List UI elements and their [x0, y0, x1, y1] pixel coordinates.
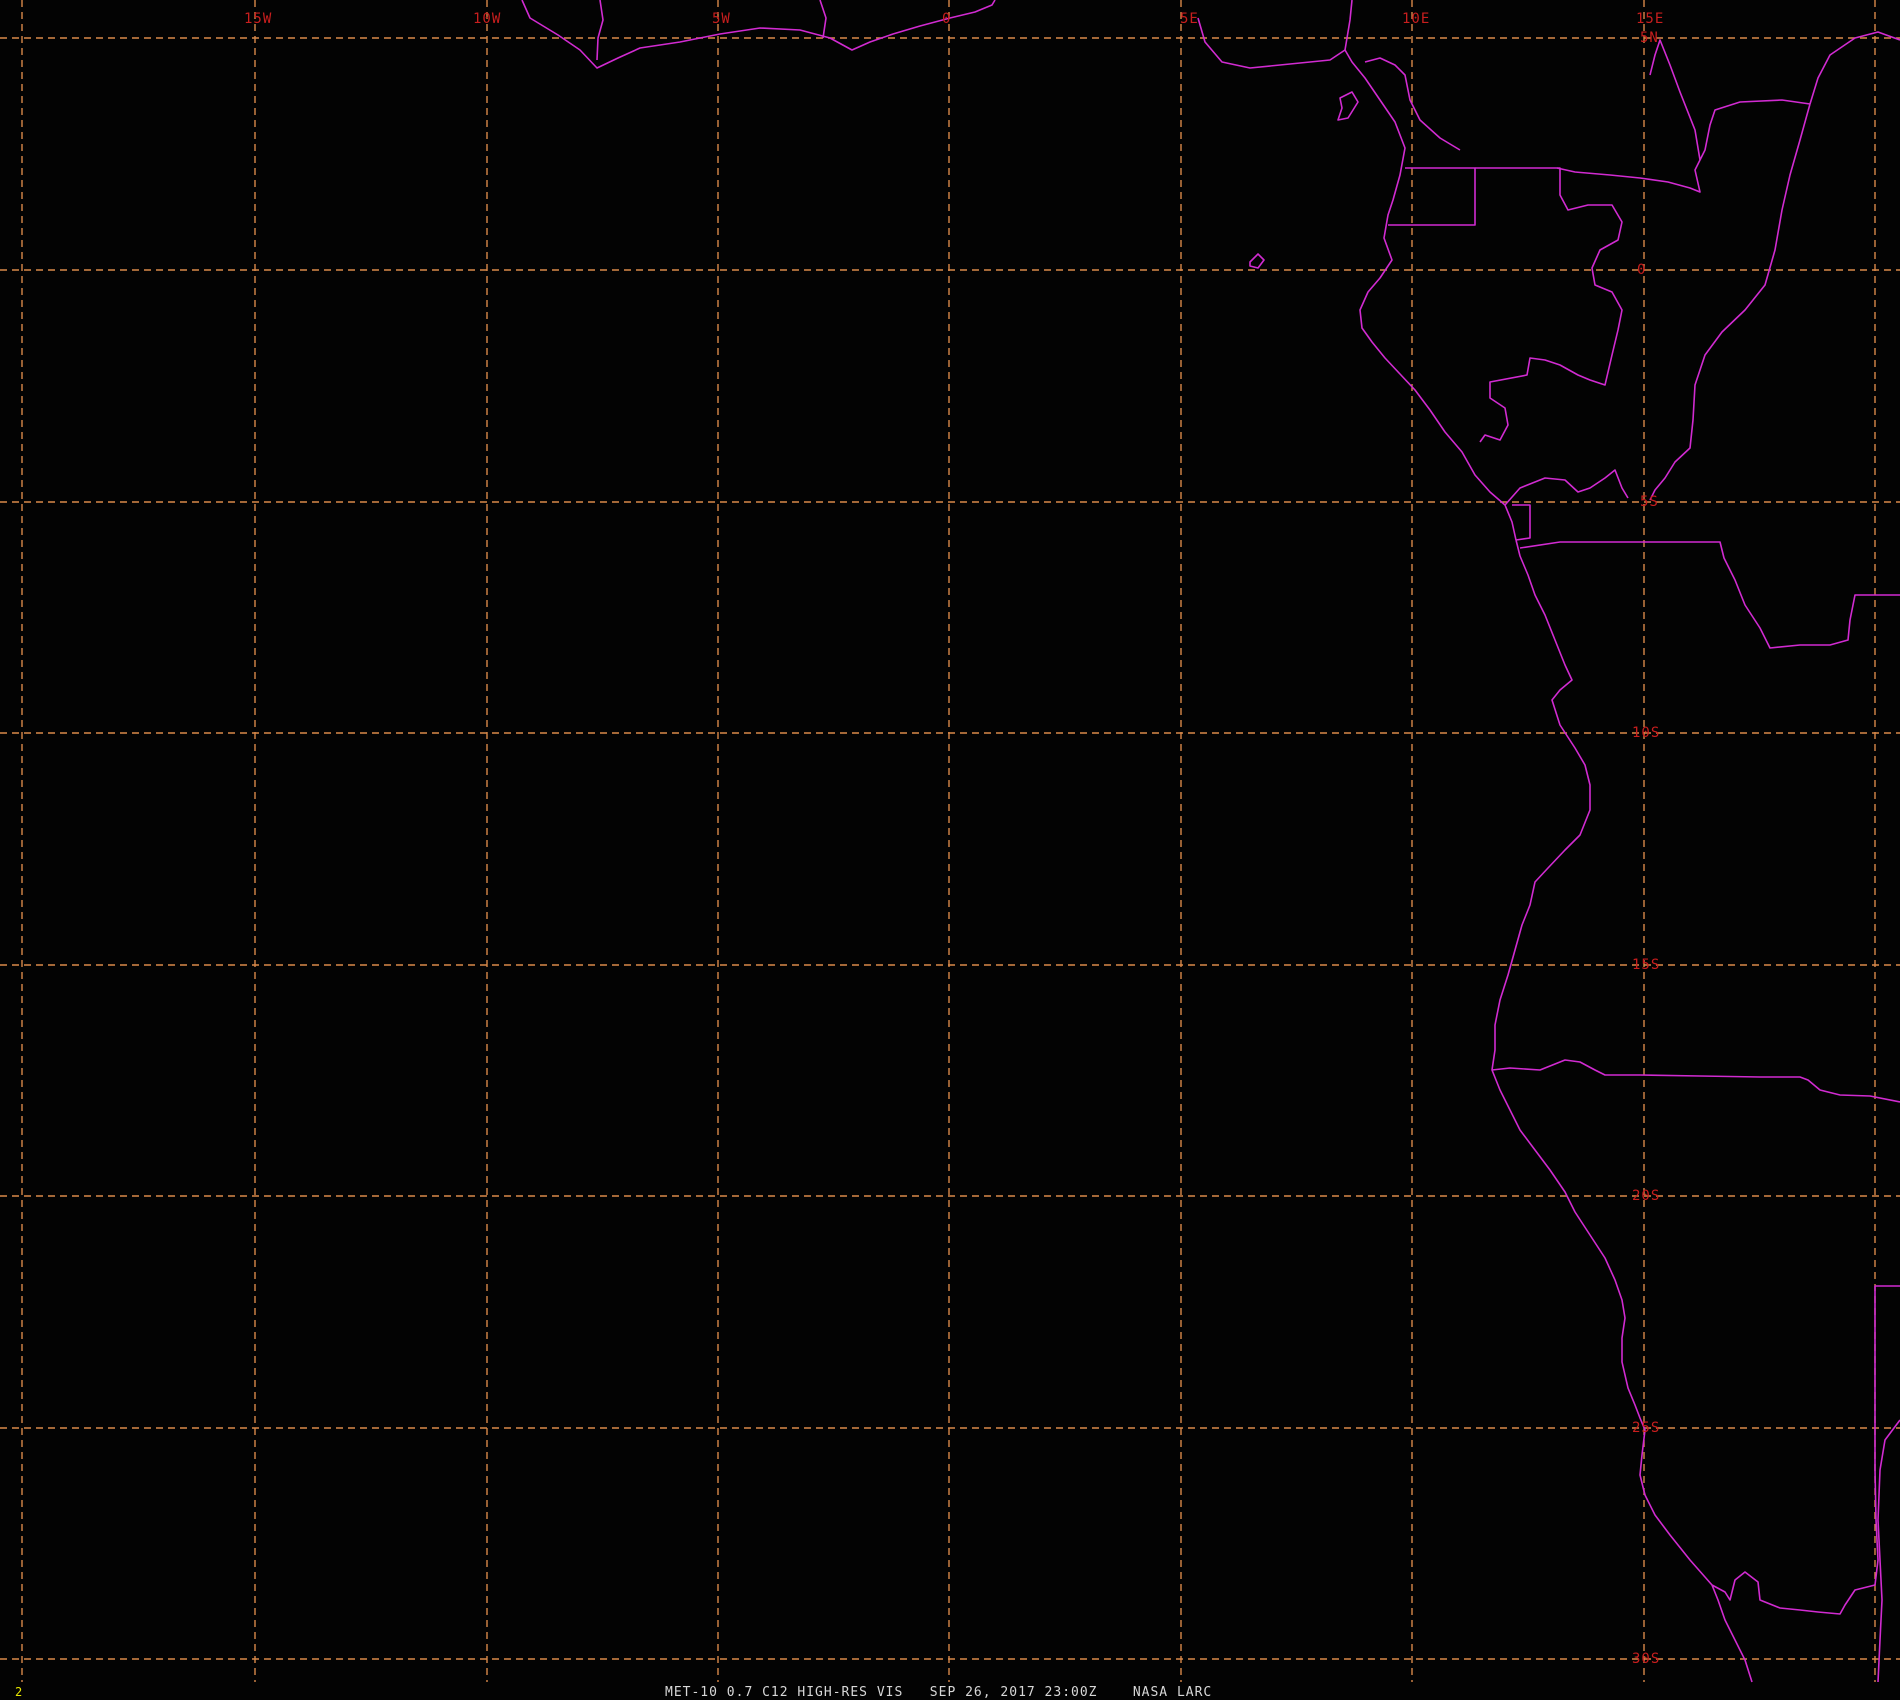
image-caption: MET-10 0.7 C12 HIGH-RES VIS SEP 26, 2017…	[665, 1685, 1212, 1700]
lat-label-30s: 30S	[1632, 1651, 1660, 1667]
lat-label-20s: 20S	[1632, 1188, 1660, 1204]
lon-label-15w: 15W	[244, 11, 272, 27]
satellite-map: 15W 10W 5W 0 5E 10E 15E 5N 0 5S 10S 15S …	[0, 0, 1900, 1700]
lat-label-10s: 10S	[1632, 725, 1660, 741]
lon-label-5e: 5E	[1180, 11, 1199, 27]
frame-number: 2	[15, 1685, 22, 1699]
lat-label-15s: 15S	[1632, 957, 1660, 973]
lon-label-15e: 15E	[1636, 11, 1664, 27]
lat-label-5s: 5S	[1640, 494, 1659, 510]
lon-label-5w: 5W	[712, 11, 731, 27]
lat-label-0: 0	[1637, 262, 1646, 278]
lat-label-25s: 25S	[1632, 1420, 1660, 1436]
lon-label-0: 0	[942, 11, 951, 27]
map-background	[0, 0, 1900, 1700]
lon-label-10e: 10E	[1402, 11, 1430, 27]
lon-label-10w: 10W	[473, 11, 501, 27]
map-canvas: 15W 10W 5W 0 5E 10E 15E 5N 0 5S 10S 15S …	[0, 0, 1900, 1700]
lat-label-5n: 5N	[1640, 30, 1659, 46]
